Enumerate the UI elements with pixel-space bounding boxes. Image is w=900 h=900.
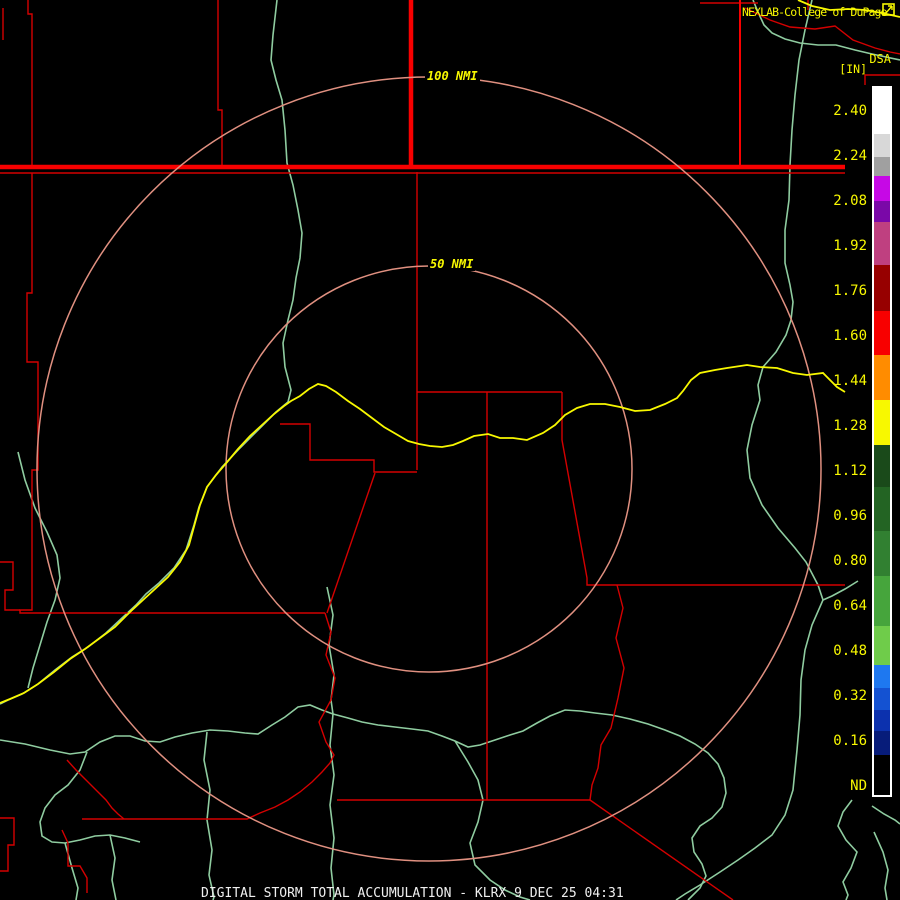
colorbar-tick-label: 0.48 xyxy=(833,643,867,659)
colorbar-tick-label: 1.28 xyxy=(833,418,867,434)
colorbar-tick-label: 2.08 xyxy=(833,193,867,209)
colorbar-segment-1 xyxy=(874,134,890,157)
colorbar-segment-12 xyxy=(874,531,890,576)
colorbar-segment-19 xyxy=(874,755,890,795)
product-code-label: DSA xyxy=(869,52,891,66)
colorbar-segment-5 xyxy=(874,222,890,265)
colorbar-segment-6 xyxy=(874,265,890,311)
colorbar-tick-label: 0.96 xyxy=(833,508,867,524)
colorbar-segment-8 xyxy=(874,355,890,400)
range-ring-100nmi-label: 100 NMI xyxy=(425,69,480,83)
range-ring-50nmi-label: 50 NMI xyxy=(428,257,476,271)
nexlab-cursor-icon xyxy=(882,3,895,16)
colorbar-segment-3 xyxy=(874,176,890,201)
colorbar-segment-10 xyxy=(874,445,890,487)
county-boundary-lines xyxy=(0,0,900,900)
colorbar-segment-4 xyxy=(874,201,890,222)
river-lines xyxy=(0,0,900,900)
colorbar-tick-label: 1.44 xyxy=(833,373,867,389)
colorbar-tick-label: 1.92 xyxy=(833,238,867,254)
brand-title: NEXLAB-College of DuPage xyxy=(742,5,887,19)
colorbar-tick-label: 2.40 xyxy=(833,103,867,119)
colorbar-tick-label: 0.80 xyxy=(833,553,867,569)
colorbar-segment-16 xyxy=(874,688,890,710)
radar-display: 100 NMI 50 NMI NEXLAB-College of DuPage … xyxy=(0,0,900,900)
radar-map xyxy=(0,0,900,900)
colorbar-segment-17 xyxy=(874,710,890,731)
colorbar-tick-label: 0.32 xyxy=(833,688,867,704)
colorbar-segment-0 xyxy=(874,88,890,134)
colorbar-segment-18 xyxy=(874,731,890,755)
colorbar-segment-2 xyxy=(874,157,890,176)
colorbar-segment-14 xyxy=(874,626,890,665)
colorbar-segment-9 xyxy=(874,400,890,445)
colorbar-segment-15 xyxy=(874,665,890,688)
colorbar-segment-13 xyxy=(874,576,890,626)
colorbar-segment-11 xyxy=(874,487,890,531)
colorbar-tick-label: 1.76 xyxy=(833,283,867,299)
colorbar-tick-label: 0.16 xyxy=(833,733,867,749)
colorbar-tick-label: 2.24 xyxy=(833,148,867,164)
colorbar xyxy=(872,86,892,797)
product-title: DIGITAL STORM TOTAL ACCUMULATION - KLRX … xyxy=(201,886,624,900)
colorbar-tick-label: 1.60 xyxy=(833,328,867,344)
colorbar-tick-label: ND xyxy=(850,778,867,794)
state-border-lines xyxy=(0,0,845,170)
colorbar-tick-label: 1.12 xyxy=(833,463,867,479)
colorbar-tick-label: 0.64 xyxy=(833,598,867,614)
units-label: [IN] xyxy=(839,62,867,76)
colorbar-segment-7 xyxy=(874,311,890,355)
